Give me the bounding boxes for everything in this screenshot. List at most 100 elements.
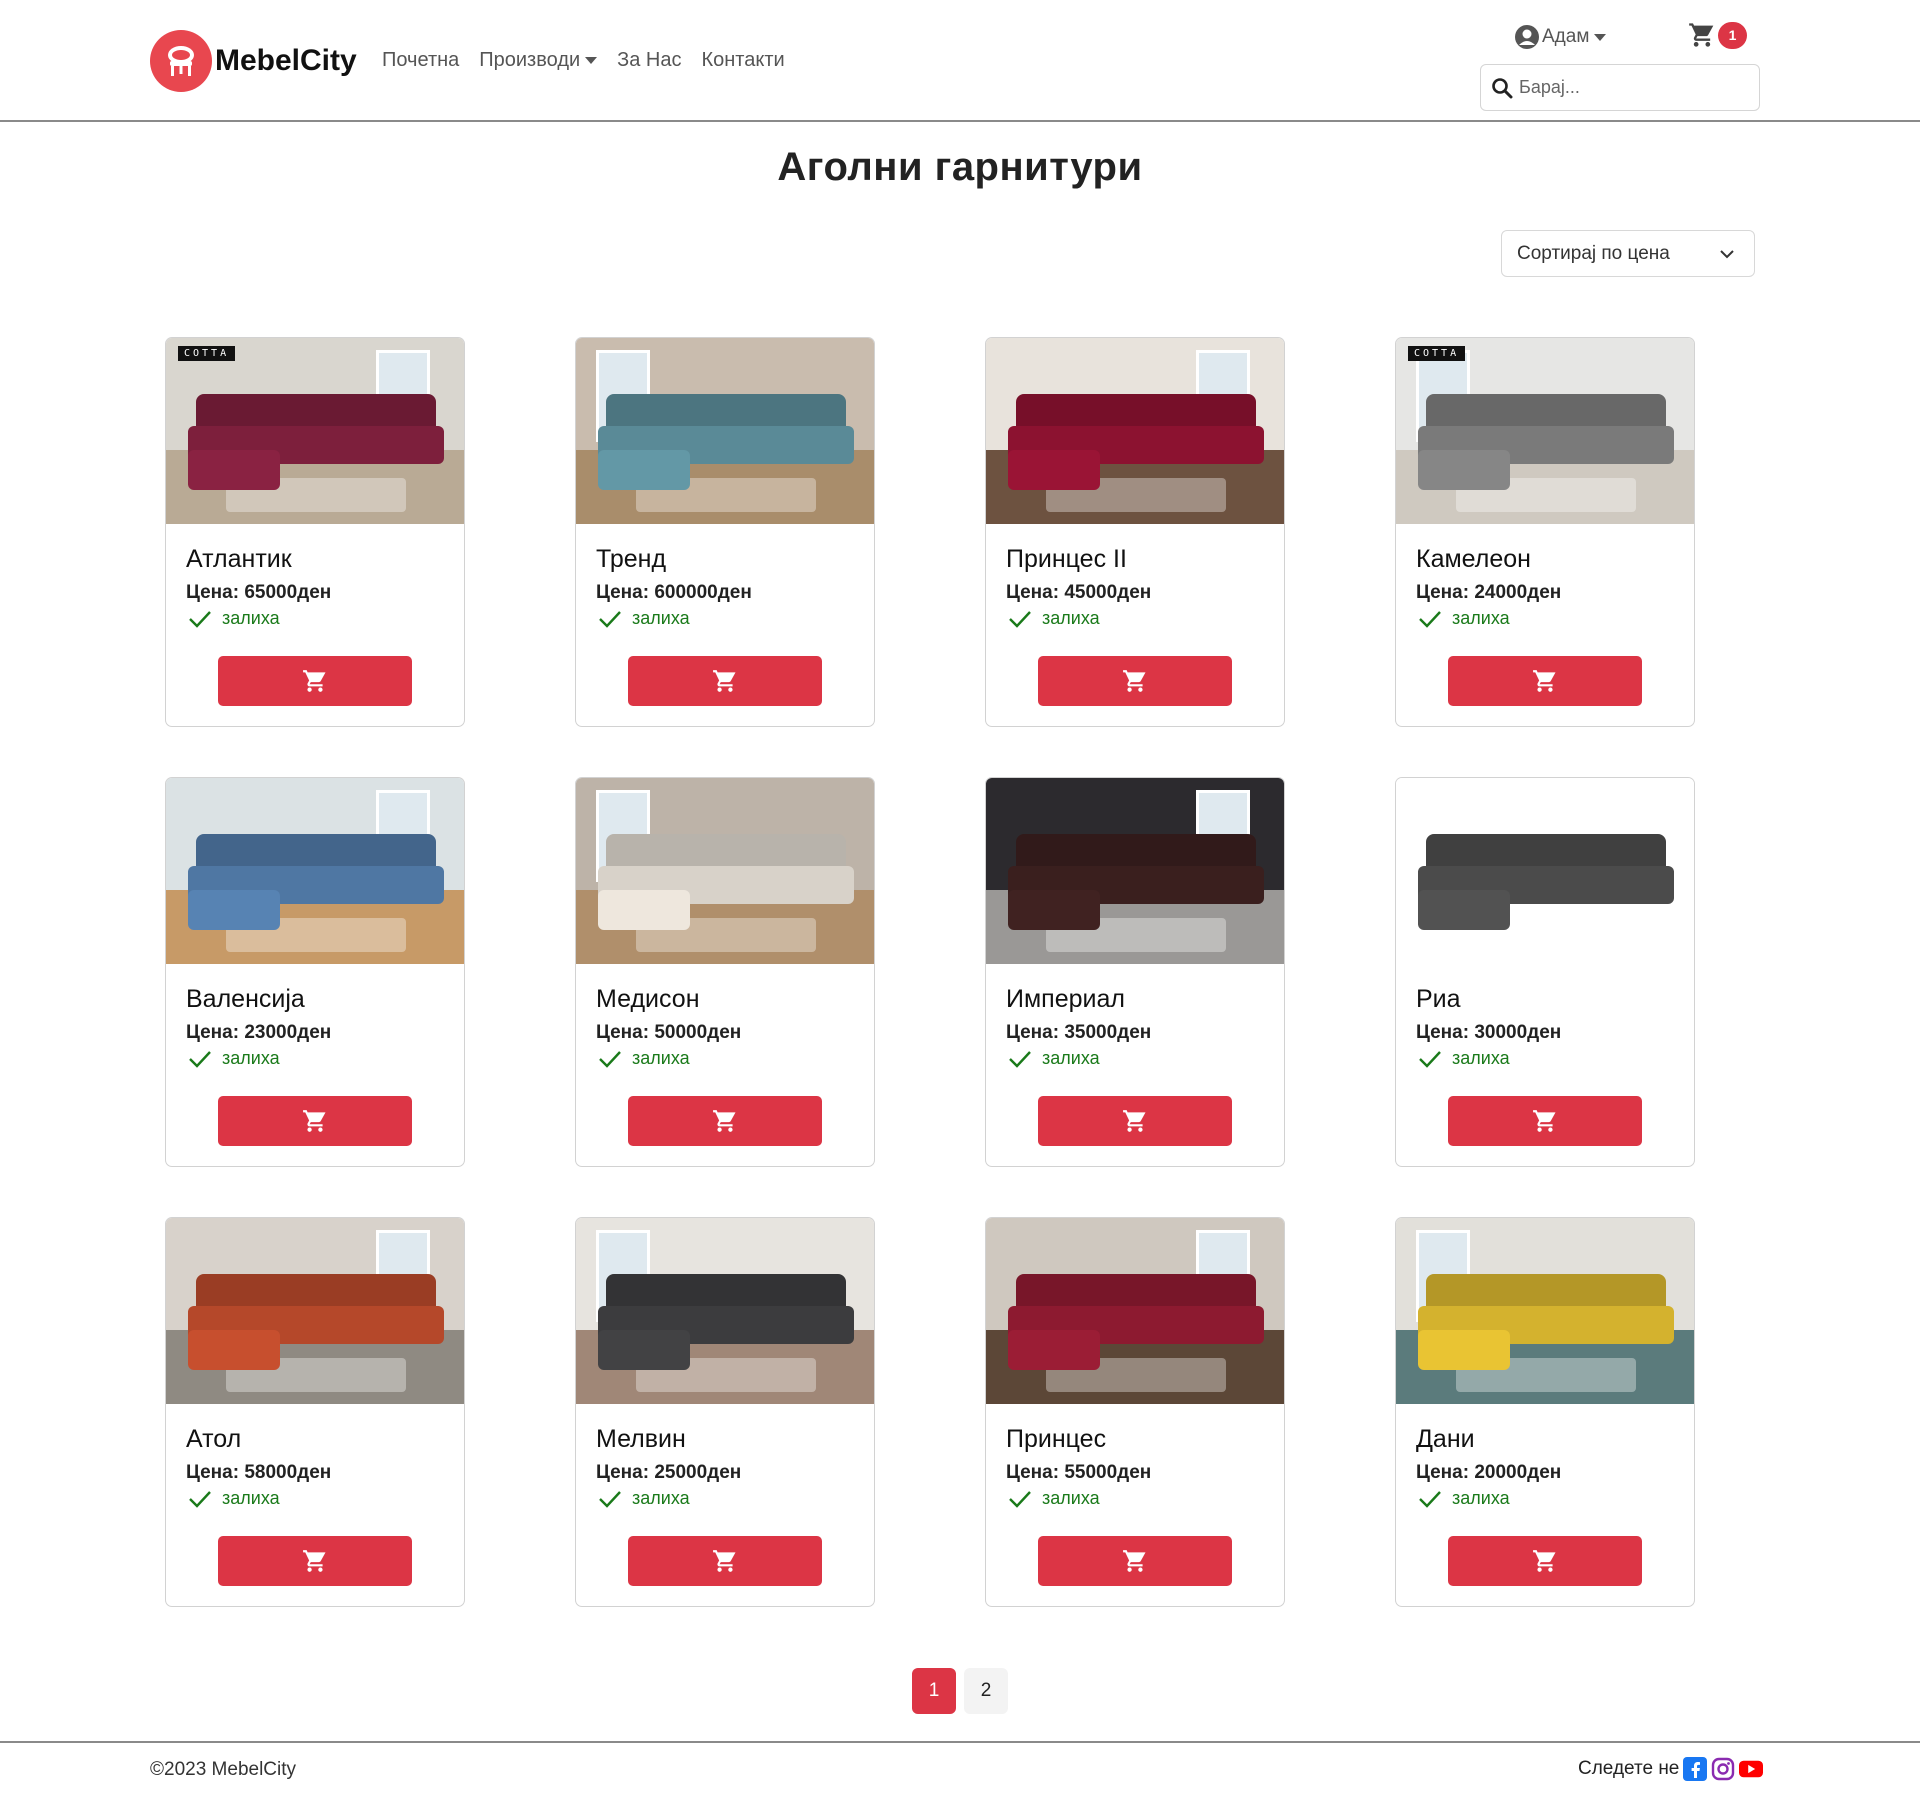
cart-button[interactable]: 1 <box>1688 21 1747 49</box>
checkmark-icon <box>599 610 621 628</box>
product-image[interactable] <box>1396 1218 1694 1404</box>
product-image[interactable] <box>166 778 464 964</box>
add-to-cart-button[interactable] <box>628 656 822 706</box>
product-name[interactable]: Медисон <box>596 985 700 1014</box>
brand-logo[interactable]: MebelCity <box>150 30 357 92</box>
product-name[interactable]: Империал <box>1006 985 1125 1014</box>
add-to-cart-button[interactable] <box>1038 1096 1232 1146</box>
product-image[interactable] <box>576 1218 874 1404</box>
add-to-cart-button[interactable] <box>1038 1536 1232 1586</box>
search-input[interactable] <box>1519 77 1739 98</box>
product-image[interactable]: COTTA <box>1396 338 1694 524</box>
add-to-cart-button[interactable] <box>628 1096 822 1146</box>
chair-logo-icon <box>150 30 212 92</box>
product-price: Цена: 25000ден <box>596 1462 742 1483</box>
caret-down-icon <box>1594 33 1607 41</box>
checkmark-icon <box>1419 610 1441 628</box>
stock-label: залиха <box>1042 608 1100 628</box>
product-image[interactable] <box>576 338 874 524</box>
product-name[interactable]: Мелвин <box>596 1425 686 1454</box>
product-card[interactable]: Дани Цена: 20000ден залиха <box>1395 1217 1695 1607</box>
product-image[interactable] <box>576 778 874 964</box>
product-name[interactable]: Валенсија <box>186 985 305 1014</box>
product-card[interactable]: Мелвин Цена: 25000ден залиха <box>575 1217 875 1607</box>
product-name[interactable]: Атол <box>186 1425 241 1454</box>
nav-item-home[interactable]: Почетна <box>382 49 459 72</box>
product-image[interactable] <box>986 778 1284 964</box>
page-button-2[interactable]: 2 <box>964 1668 1008 1714</box>
product-price: Цена: 23000ден <box>186 1022 332 1043</box>
nav-item-products[interactable]: Производи <box>479 49 598 72</box>
product-card[interactable]: Тренд Цена: 600000ден залиха <box>575 337 875 727</box>
cart-icon <box>1123 1550 1146 1572</box>
brand-tag: COTTA <box>1408 346 1466 361</box>
cart-icon <box>1123 1110 1146 1132</box>
user-menu[interactable]: Адам <box>1514 24 1607 50</box>
product-card[interactable]: COTTA Камелеон Цена: 24000ден залиха <box>1395 337 1695 727</box>
add-to-cart-button[interactable] <box>218 656 412 706</box>
product-name[interactable]: Принцес <box>1006 1425 1106 1454</box>
cart-icon <box>713 1110 736 1132</box>
caret-down-icon <box>585 57 598 64</box>
page-button-1[interactable]: 1 <box>912 1668 956 1714</box>
product-name[interactable]: Принцес II <box>1006 545 1127 574</box>
cart-icon <box>303 670 326 692</box>
add-to-cart-button[interactable] <box>628 1536 822 1586</box>
product-grid: COTTA Атлантик Цена: 65000ден залиха Тренд Це… <box>165 337 1695 1607</box>
stock-label: залиха <box>632 1048 690 1068</box>
product-image[interactable] <box>986 338 1284 524</box>
stock-status: залиха <box>1418 608 1510 629</box>
product-price: Цена: 30000ден <box>1416 1022 1562 1043</box>
cart-icon <box>1533 1550 1556 1572</box>
add-to-cart-button[interactable] <box>218 1096 412 1146</box>
cart-icon <box>303 1550 326 1572</box>
product-card[interactable]: Риа Цена: 30000ден залиха <box>1395 777 1695 1167</box>
product-price: Цена: 45000ден <box>1006 582 1152 603</box>
product-price: Цена: 20000ден <box>1416 1462 1562 1483</box>
product-card[interactable]: Медисон Цена: 50000ден залиха <box>575 777 875 1167</box>
social-links: Следете не <box>1578 1757 1764 1781</box>
product-price: Цена: 600000ден <box>596 582 752 603</box>
add-to-cart-button[interactable] <box>1448 1096 1642 1146</box>
youtube-icon[interactable] <box>1739 1757 1764 1781</box>
cart-count-badge: 1 <box>1718 21 1747 49</box>
site-header: MebelCity Почетна Производи За Нас Конта… <box>0 0 1920 122</box>
product-image[interactable] <box>986 1218 1284 1404</box>
product-name[interactable]: Тренд <box>596 545 666 574</box>
cart-icon <box>303 1110 326 1132</box>
product-name[interactable]: Риа <box>1416 985 1461 1014</box>
stock-label: залиха <box>222 608 280 628</box>
nav-item-about[interactable]: За Нас <box>617 49 681 72</box>
add-to-cart-button[interactable] <box>1038 656 1232 706</box>
product-image[interactable]: COTTA <box>166 338 464 524</box>
stock-status: залиха <box>1008 608 1100 629</box>
checkmark-icon <box>1419 1050 1441 1068</box>
product-card[interactable]: COTTA Атлантик Цена: 65000ден залиха <box>165 337 465 727</box>
product-card[interactable]: Принцес II Цена: 45000ден залиха <box>985 337 1285 727</box>
add-to-cart-button[interactable] <box>1448 1536 1642 1586</box>
stock-status: залиха <box>188 608 280 629</box>
stock-status: залиха <box>598 1488 690 1509</box>
product-image[interactable] <box>166 1218 464 1404</box>
product-name[interactable]: Камелеон <box>1416 545 1531 574</box>
product-card[interactable]: Империал Цена: 35000ден залиха <box>985 777 1285 1167</box>
add-to-cart-button[interactable] <box>218 1536 412 1586</box>
product-card[interactable]: Принцес Цена: 55000ден залиха <box>985 1217 1285 1607</box>
stock-status: залиха <box>598 1048 690 1069</box>
stock-label: залиха <box>1042 1048 1100 1068</box>
product-name[interactable]: Атлантик <box>186 545 292 574</box>
user-name: Адам <box>1542 26 1590 47</box>
pagination: 1 2 <box>912 1668 1008 1714</box>
product-card[interactable]: Валенсија Цена: 23000ден залиха <box>165 777 465 1167</box>
facebook-icon[interactable] <box>1683 1757 1708 1781</box>
checkmark-icon <box>599 1490 621 1508</box>
instagram-icon[interactable] <box>1711 1757 1735 1781</box>
stock-label: залиха <box>222 1488 280 1508</box>
checkmark-icon <box>189 1050 211 1068</box>
product-name[interactable]: Дани <box>1416 1425 1475 1454</box>
product-image[interactable] <box>1396 778 1694 964</box>
sort-select[interactable]: Сортирај по цена <box>1501 230 1755 277</box>
add-to-cart-button[interactable] <box>1448 656 1642 706</box>
product-card[interactable]: Атол Цена: 58000ден залиха <box>165 1217 465 1607</box>
nav-item-contact[interactable]: Контакти <box>701 49 784 72</box>
